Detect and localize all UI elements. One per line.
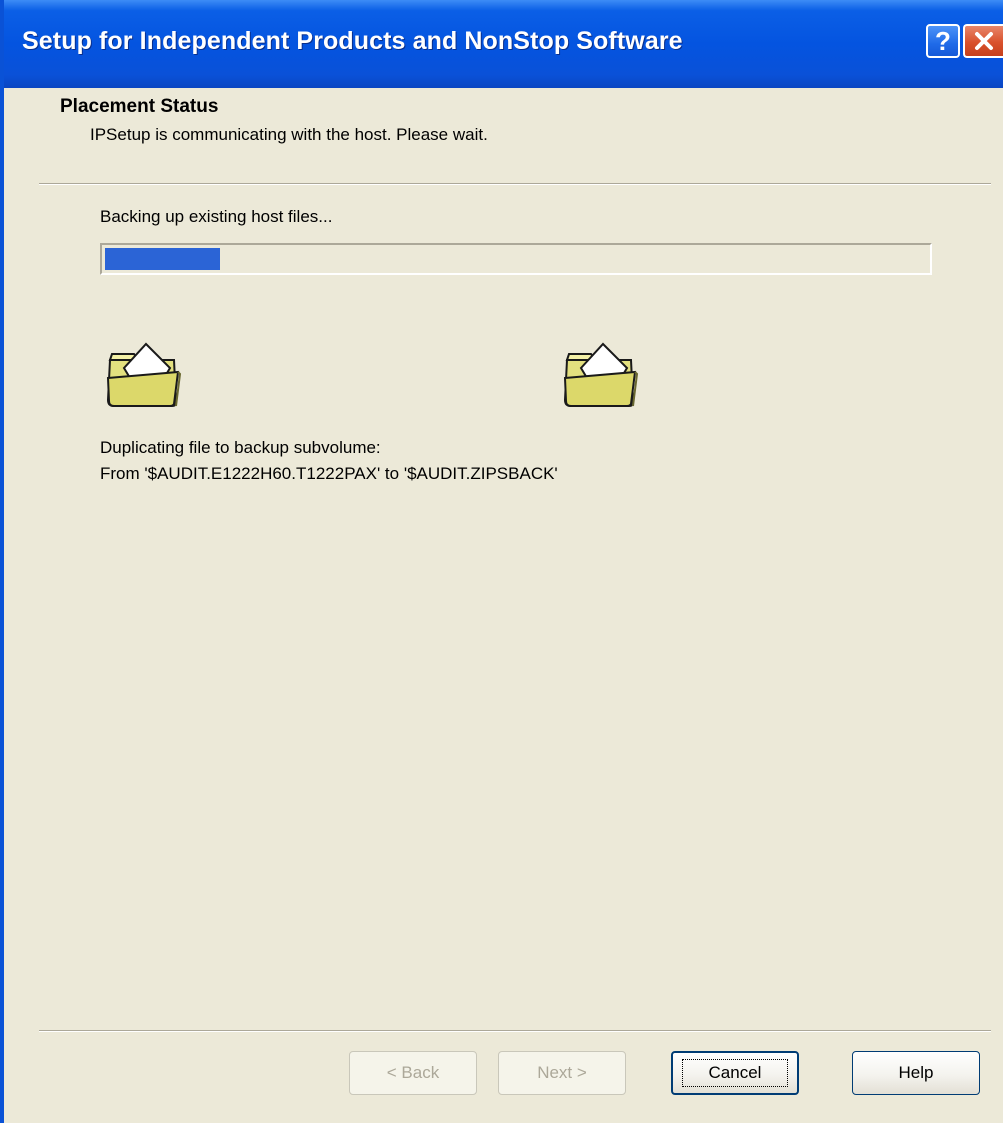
source-folder-icon [106, 342, 182, 407]
progress-track [105, 248, 927, 270]
footer-divider [39, 1030, 991, 1032]
header-divider [39, 183, 991, 185]
detail-text-operation: Duplicating file to backup subvolume: [100, 438, 381, 457]
title-bar[interactable]: Setup for Independent Products and NonSt… [4, 0, 1003, 88]
help-icon[interactable]: ? [926, 24, 960, 58]
status-text: Backing up existing host files... [100, 207, 333, 226]
window-title: Setup for Independent Products and NonSt… [22, 27, 683, 55]
close-icon[interactable] [963, 24, 1003, 58]
help-button[interactable]: Help [852, 1051, 980, 1095]
cancel-button[interactable]: Cancel [671, 1051, 799, 1095]
progress-bar [100, 243, 932, 275]
close-glyph-icon [975, 32, 993, 50]
cancel-button-label: Cancel [681, 1059, 789, 1087]
page-subtitle: IPSetup is communicating with the host. … [90, 125, 488, 144]
back-button[interactable]: < Back [349, 1051, 477, 1095]
progress-fill [105, 248, 221, 270]
page-title: Placement Status [60, 96, 219, 117]
setup-dialog: Setup for Independent Products and NonSt… [0, 0, 1003, 1123]
next-button[interactable]: Next > [498, 1051, 626, 1095]
destination-folder-icon [563, 342, 639, 407]
help-glyph: ? [935, 25, 951, 56]
detail-text-paths: From '$AUDIT.E1222H60.T1222PAX' to '$AUD… [100, 464, 558, 483]
